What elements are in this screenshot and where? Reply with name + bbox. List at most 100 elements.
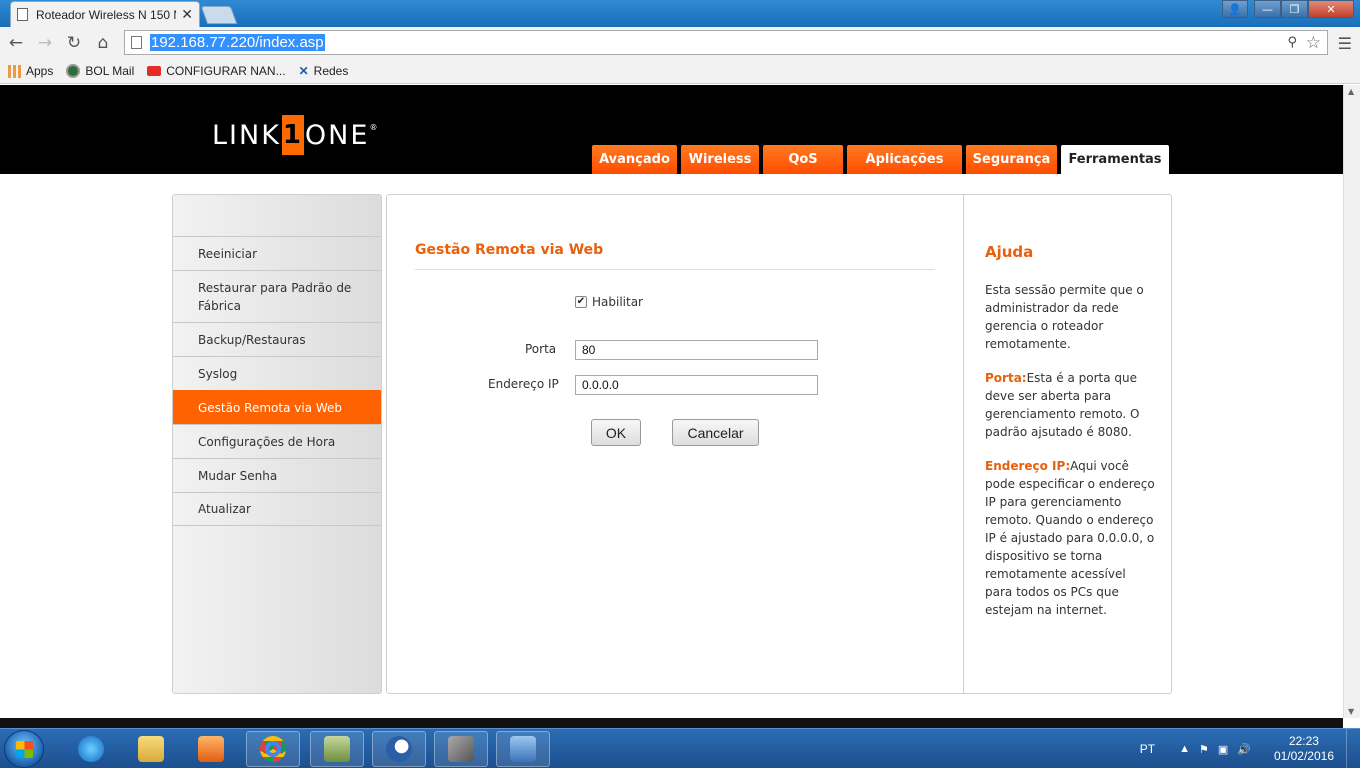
help-title: Ajuda <box>985 243 1034 261</box>
help-ip: Endereço IP:Aqui você pode especificar o… <box>985 459 1155 617</box>
tab-qos[interactable]: QoS <box>763 145 843 174</box>
windows-logo-icon <box>16 741 33 758</box>
page-bottom-bar <box>0 718 1343 728</box>
taskbar-app-tools[interactable] <box>434 731 488 767</box>
sidebar-item-reiniciar[interactable]: Reeiniciar <box>173 236 381 270</box>
page-icon <box>131 36 142 49</box>
bol-icon <box>66 64 81 78</box>
help-intro: Esta sessão permite que o administrador … <box>985 283 1144 351</box>
main-panel: Gestão Remota via Web ✔ Habilitar Porta … <box>386 194 1172 694</box>
media-player-icon <box>198 736 224 762</box>
ip-input[interactable] <box>575 375 818 395</box>
ip-label: Endereço IP <box>488 377 559 391</box>
bookmark-apps[interactable]: Apps <box>8 64 53 78</box>
taskbar-chrome[interactable] <box>246 731 300 767</box>
window-controls: 👤 — ❐ ✕ <box>1222 0 1354 18</box>
help-divider <box>963 195 964 693</box>
flag-icon[interactable]: ⚑ <box>1199 743 1209 756</box>
youtube-icon <box>147 66 162 76</box>
linkone-logo: LINK 1 ONE ® <box>212 115 379 155</box>
internet-explorer-icon <box>78 736 104 762</box>
chrome-icon <box>260 736 286 762</box>
folder-icon <box>138 736 164 762</box>
forward-button[interactable]: → <box>32 30 58 56</box>
system-tray: PT ▲ ⚑ ▣ 🔊 22:23 01/02/2016 <box>1140 729 1360 768</box>
url-text[interactable]: 192.168.77.220/index.asp <box>150 34 325 51</box>
title-divider <box>415 269 935 270</box>
tray-expand-icon[interactable]: ▲ <box>1179 743 1190 755</box>
main-tabs: Avançado Wireless QoS Aplicações Seguran… <box>592 145 1173 174</box>
bookmark-redes[interactable]: ✕ Redes <box>299 64 349 78</box>
chrome-menu-icon[interactable]: ☰ <box>1338 34 1352 53</box>
sidebar-item-gestao-remota[interactable]: Gestão Remota via Web <box>173 390 381 424</box>
tab-ferramentas[interactable]: Ferramentas <box>1061 145 1169 174</box>
sidebar-item-atualizar[interactable]: Atualizar <box>173 492 381 526</box>
reload-button[interactable]: ↻ <box>61 30 87 56</box>
page-title: Gestão Remota via Web <box>415 242 604 258</box>
maximize-button[interactable]: ❐ <box>1281 0 1308 18</box>
bookmarks-bar: Apps BOL Mail CONFIGURAR NAN... ✕ Redes <box>0 59 1360 84</box>
close-icon[interactable]: ✕ <box>181 7 193 23</box>
tools-icon <box>448 736 474 762</box>
enable-checkbox[interactable]: ✔ <box>575 296 587 308</box>
help-port: Porta:Esta é a porta que deve ser aberta… <box>985 371 1140 439</box>
scroll-up-icon[interactable]: ▲ <box>1348 87 1354 96</box>
cancel-button[interactable]: Cancelar <box>672 419 759 446</box>
moon-icon <box>386 736 412 762</box>
bookmark-configurar[interactable]: CONFIGURAR NAN... <box>147 64 286 78</box>
address-bar[interactable]: 192.168.77.220/index.asp ⚲ ☆ <box>124 30 1328 55</box>
taskbar-ie[interactable] <box>64 731 118 767</box>
enable-row: ✔ Habilitar <box>575 295 643 309</box>
clock-date: 01/02/2016 <box>1273 749 1334 763</box>
tools-sidebar: Reeiniciar Restaurar para Padrão de Fábr… <box>172 194 382 694</box>
bookmark-star-icon[interactable]: ☆ <box>1306 33 1321 53</box>
sidebar-item-backup[interactable]: Backup/Restauras <box>173 322 381 356</box>
taskbar-app-moon[interactable] <box>372 731 426 767</box>
show-desktop-button[interactable] <box>1346 729 1360 768</box>
tab-title: Roteador Wireless N 150 M <box>36 7 176 22</box>
clock-time: 22:23 <box>1288 734 1319 748</box>
browser-titlebar: Roteador Wireless N 150 M ✕ 👤 — ❐ ✕ <box>0 0 1360 27</box>
network-icon <box>510 736 536 762</box>
sidebar-item-senha[interactable]: Mudar Senha <box>173 458 381 492</box>
back-button[interactable]: ← <box>3 30 29 56</box>
apps-icon <box>8 64 21 78</box>
new-tab-button[interactable] <box>200 6 238 24</box>
sidebar-item-syslog[interactable]: Syslog <box>173 356 381 390</box>
taskbar-media[interactable] <box>184 731 238 767</box>
enable-label: Habilitar <box>592 295 643 309</box>
taskbar-app-chart[interactable] <box>310 731 364 767</box>
user-icon[interactable]: 👤 <box>1222 0 1248 18</box>
close-window-button[interactable]: ✕ <box>1308 0 1354 18</box>
home-icon[interactable]: ⌂ <box>90 30 116 56</box>
router-header: LINK 1 ONE ® Avançado Wireless QoS Aplic… <box>0 85 1343 174</box>
page-viewport: LINK 1 ONE ® Avançado Wireless QoS Aplic… <box>0 85 1343 718</box>
sidebar-item-restaurar[interactable]: Restaurar para Padrão de Fábrica <box>173 270 381 322</box>
clock[interactable]: 22:23 01/02/2016 <box>1274 734 1334 764</box>
ok-button[interactable]: OK <box>591 419 641 446</box>
tab-seguranca[interactable]: Segurança <box>966 145 1057 174</box>
redes-icon: ✕ <box>298 64 309 78</box>
port-label: Porta <box>525 342 557 356</box>
sidebar-item-hora[interactable]: Configurações de Hora <box>173 424 381 458</box>
port-input[interactable] <box>575 340 818 360</box>
browser-tab[interactable]: Roteador Wireless N 150 M ✕ <box>10 1 200 27</box>
language-indicator[interactable]: PT <box>1140 742 1155 756</box>
tab-wireless[interactable]: Wireless <box>681 145 759 174</box>
browser-toolbar: ← → ↻ ⌂ 192.168.77.220/index.asp ⚲ ☆ ☰ <box>0 27 1360 59</box>
tab-avancado[interactable]: Avançado <box>592 145 677 174</box>
taskbar-app-network[interactable] <box>496 731 550 767</box>
bookmark-bol-mail[interactable]: BOL Mail <box>66 64 134 78</box>
start-button[interactable] <box>4 730 44 768</box>
tab-aplicacoes[interactable]: Aplicações <box>847 145 962 174</box>
performance-icon <box>324 736 350 762</box>
windows-taskbar: PT ▲ ⚑ ▣ 🔊 22:23 01/02/2016 <box>0 728 1360 768</box>
minimize-button[interactable]: — <box>1254 0 1281 18</box>
volume-icon[interactable]: 🔊 <box>1237 743 1251 756</box>
taskbar-explorer[interactable] <box>124 731 178 767</box>
scroll-down-icon[interactable]: ▼ <box>1348 707 1354 716</box>
page-scrollbar[interactable]: ▲ ▼ <box>1343 85 1360 718</box>
key-icon[interactable]: ⚲ <box>1287 35 1297 50</box>
network-tray-icon[interactable]: ▣ <box>1218 743 1228 756</box>
page-icon <box>17 8 28 21</box>
